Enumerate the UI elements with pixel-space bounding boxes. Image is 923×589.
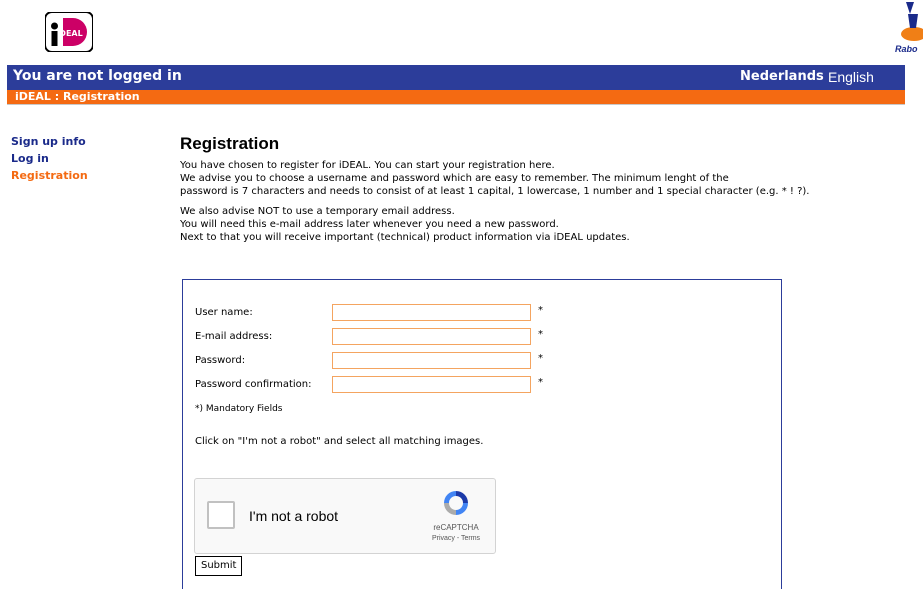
advise-text: We also advise NOT to use a temporary em… [180, 205, 915, 244]
breadcrumb-text: iDEAL : Registration [15, 90, 140, 103]
language-english-link[interactable]: English [828, 69, 874, 85]
intro-line-1: You have chosen to register for iDEAL. Y… [180, 160, 555, 171]
required-mark: * [538, 377, 543, 388]
rabobank-logo-text: Rabo [895, 44, 918, 54]
username-input[interactable] [332, 304, 531, 321]
svg-text:DEAL: DEAL [59, 29, 82, 38]
login-status: You are not logged in [13, 68, 182, 84]
recaptcha-icon [444, 491, 468, 515]
recaptcha-label: I'm not a robot [249, 508, 339, 524]
recaptcha-widget: I'm not a robot reCAPTCHA Privacy - Term… [194, 478, 496, 554]
email-input[interactable] [332, 328, 531, 345]
email-label: E-mail address: [195, 331, 273, 342]
sidebar-item-sign-up-info[interactable]: Sign up info [11, 133, 88, 150]
advise-line-1: We also advise NOT to use a temporary em… [180, 206, 455, 217]
sidebar-item-log-in[interactable]: Log in [11, 150, 88, 167]
required-mark: * [538, 353, 543, 364]
recaptcha-checkbox[interactable] [207, 501, 235, 529]
robot-instruction: Click on "I'm not a robot" and select al… [195, 436, 484, 447]
recaptcha-privacy-terms-link[interactable]: Privacy - Terms [421, 535, 491, 542]
sidebar-nav: Sign up info Log in Registration [11, 133, 88, 184]
intro-text: You have chosen to register for iDEAL. Y… [180, 159, 915, 198]
password-confirmation-label: Password confirmation: [195, 379, 312, 390]
required-mark: * [538, 305, 543, 316]
intro-line-3: password is 7 characters and needs to co… [180, 186, 810, 197]
registration-form: User name: * E-mail address: * Password:… [182, 279, 782, 589]
required-mark: * [538, 329, 543, 340]
divider [7, 104, 905, 105]
password-label: Password: [195, 355, 246, 366]
username-label: User name: [195, 307, 253, 318]
password-input[interactable] [332, 352, 531, 369]
breadcrumb: iDEAL : Registration [7, 90, 905, 104]
advise-line-2: You will need this e-mail address later … [180, 219, 559, 230]
language-nederlands-link[interactable]: Nederlands [740, 69, 824, 84]
submit-button[interactable]: Submit [195, 556, 243, 576]
advise-line-3: Next to that you will receive important … [180, 232, 630, 243]
mandatory-note: *) Mandatory Fields [195, 404, 283, 414]
ideal-logo: DEAL [44, 11, 94, 53]
intro-line-2: We advise you to choose a username and p… [180, 173, 729, 184]
main-content: Registration You have chosen to register… [180, 133, 915, 244]
top-bar: You are not logged in Nederlands English [7, 65, 905, 90]
recaptcha-brand: reCAPTCHA [433, 523, 479, 532]
password-confirmation-input[interactable] [332, 376, 531, 393]
rabobank-logo: Rabo [892, 0, 923, 60]
sidebar-item-registration[interactable]: Registration [11, 167, 88, 184]
page-title: Registration [180, 134, 280, 153]
